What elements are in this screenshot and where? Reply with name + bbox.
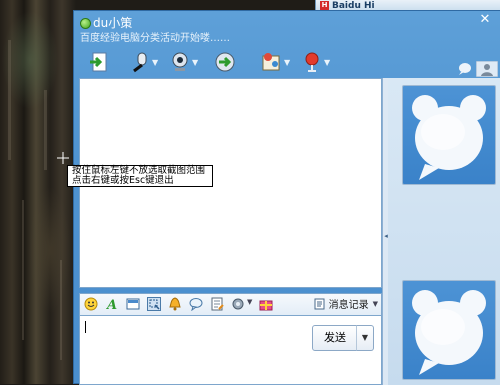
screenshot-icon[interactable] <box>147 297 161 311</box>
remote-assist-button[interactable] <box>214 50 236 74</box>
note-icon[interactable] <box>210 297 224 311</box>
image-icon[interactable] <box>126 297 140 311</box>
send-file-icon <box>90 52 107 72</box>
baidu-hi-logo-icon: H <box>320 1 329 10</box>
app-share-button[interactable]: ▼ <box>260 50 290 74</box>
crosshair-cursor-icon <box>57 152 69 164</box>
chat-window[interactable]: du小策 百度经验电脑分类活动开始喽…… ✕ ▼ ▼ ▼ ▼ A ▼ 消息记录 … <box>73 10 500 385</box>
send-file-button[interactable] <box>88 50 110 74</box>
voice-dropdown-icon[interactable]: ▼ <box>152 58 158 67</box>
screenshot-tooltip: 按住鼠标左键不放选取截图范围 点击右键或按Esc键退出 <box>67 165 213 187</box>
video-icon <box>172 52 188 71</box>
voice-icon <box>133 52 147 73</box>
history-icon <box>314 298 325 309</box>
bubble-icon[interactable] <box>189 297 203 311</box>
screenshot-tooltip-line2: 点击右键或按Esc键退出 <box>72 175 174 186</box>
contact-signature: 百度经验电脑分类活动开始喽…… <box>80 33 230 44</box>
more-apps-button[interactable]: ▼ <box>302 50 330 74</box>
video-call-button[interactable]: ▼ <box>170 50 198 74</box>
video-dropdown-icon[interactable]: ▼ <box>192 58 198 67</box>
settings-icon[interactable] <box>231 297 245 311</box>
settings-dropdown-icon[interactable]: ▼ <box>247 298 252 306</box>
contact-avatar[interactable] <box>402 85 496 185</box>
chat-toolbar: ▼ ▼ ▼ ▼ <box>74 47 500 81</box>
more-apps-icon <box>305 52 319 72</box>
app-share-icon <box>262 53 280 71</box>
chat-bubble-icon[interactable] <box>456 61 474 77</box>
online-status-icon <box>80 18 91 29</box>
profile-icon[interactable] <box>476 61 498 77</box>
font-icon[interactable]: A <box>105 297 119 311</box>
message-history-button[interactable]: 消息记录 ▼ <box>314 296 378 311</box>
text-caret <box>85 321 86 333</box>
history-dropdown-icon[interactable]: ▼ <box>373 300 378 308</box>
app-share-dropdown-icon[interactable]: ▼ <box>284 58 290 67</box>
gift-icon[interactable] <box>259 297 273 311</box>
more-apps-dropdown-icon[interactable]: ▼ <box>324 58 330 67</box>
default-avatar-icon <box>412 95 486 180</box>
send-options-button[interactable]: ▼ <box>356 325 374 351</box>
voice-call-button[interactable]: ▼ <box>130 50 158 74</box>
my-avatar[interactable] <box>402 280 496 380</box>
contact-side-panel <box>388 78 500 385</box>
input-toolbar: A ▼ 消息记录 ▼ <box>79 293 382 315</box>
shake-icon[interactable] <box>168 297 182 311</box>
svg-text:A: A <box>105 298 117 311</box>
send-button[interactable]: 发送 <box>312 325 358 351</box>
close-button[interactable]: ✕ <box>474 12 496 28</box>
emoticon-icon[interactable] <box>84 297 98 311</box>
default-avatar-icon <box>412 290 486 375</box>
remote-assist-icon <box>215 52 235 72</box>
history-label: 消息记录 <box>328 300 369 311</box>
